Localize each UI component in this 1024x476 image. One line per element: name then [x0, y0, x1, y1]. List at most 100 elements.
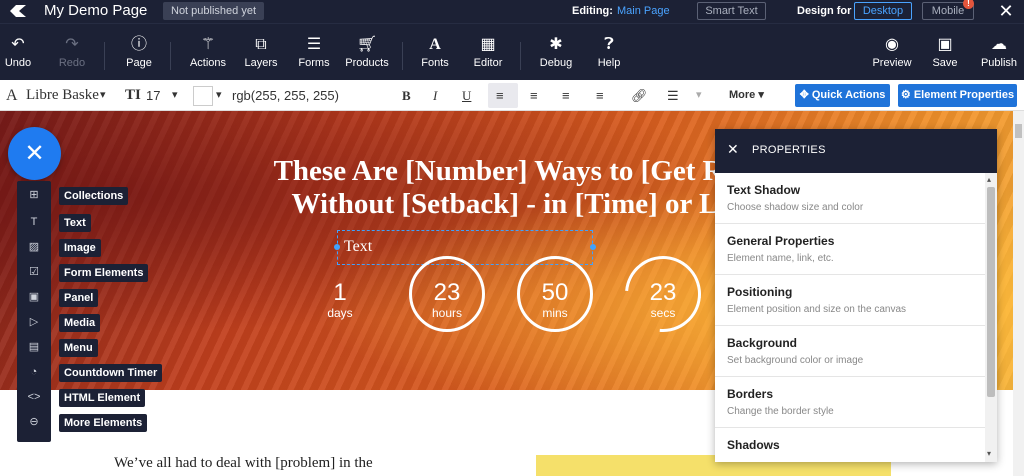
resize-handle-right[interactable]: [590, 244, 596, 250]
italic-icon[interactable]: I: [433, 80, 437, 111]
underline-icon[interactable]: U: [462, 80, 471, 111]
chevron-down-icon[interactable]: ▾: [172, 80, 178, 111]
bullet-list-icon[interactable]: ☰: [667, 80, 679, 111]
actions-button[interactable]: ⚚ Actions: [188, 35, 228, 69]
redo-button[interactable]: ↷ Redo: [56, 35, 88, 69]
link-icon[interactable]: 🔗︎: [631, 80, 648, 111]
menu-icon[interactable]: ▤: [17, 335, 51, 360]
editor-button[interactable]: ▦ Editor: [472, 35, 504, 69]
more-icon[interactable]: ⊖: [17, 410, 51, 435]
align-right-icon[interactable]: ≡: [562, 80, 570, 111]
save-button[interactable]: ▣ Save: [930, 35, 960, 69]
save-icon: ▣: [937, 36, 953, 53]
save-label: Save: [932, 57, 958, 69]
align-justify-icon[interactable]: ≡: [596, 80, 604, 111]
fonts-button[interactable]: A Fonts: [420, 35, 450, 69]
quick-actions-button[interactable]: ✥ Quick Actions: [795, 84, 890, 107]
publish-button[interactable]: ☁ Publish: [980, 35, 1018, 69]
close-icon[interactable]: ✕: [996, 1, 1016, 21]
image-icon[interactable]: ▨: [17, 235, 51, 260]
collections-icon[interactable]: ⊞: [17, 183, 51, 208]
align-left-icon[interactable]: ≡: [496, 80, 504, 111]
countdown-secs-value: 23: [649, 279, 677, 306]
editing-page-link[interactable]: Main Page: [617, 5, 670, 17]
toolbar-divider: [104, 42, 105, 70]
close-icon[interactable]: ✕: [727, 141, 739, 158]
font-size-select[interactable]: 17: [146, 80, 160, 111]
sidebar-item-text[interactable]: Text: [59, 214, 91, 232]
elements-sidebar: ⊞ T ▨ ☑ ▣ ▷ ▤ ◔ <> ⊖: [17, 181, 51, 442]
resize-handle-left[interactable]: [334, 244, 340, 250]
timer-icon[interactable]: ◔: [17, 360, 51, 385]
property-positioning[interactable]: Positioning Element position and size on …: [715, 275, 985, 326]
body-paragraph[interactable]: We’ve all had to deal with [problem] in …: [114, 455, 373, 472]
property-shadows[interactable]: Shadows: [715, 428, 985, 462]
actions-label: Actions: [189, 57, 227, 69]
form-icon[interactable]: ☑: [17, 260, 51, 285]
sidebar-item-more-elements[interactable]: More Elements: [59, 414, 148, 432]
properties-scrollbar-thumb[interactable]: [987, 187, 995, 397]
help-button[interactable]: ❓︎ Help: [596, 35, 622, 69]
layers-icon: ⧉: [255, 36, 267, 53]
sidebar-item-collections[interactable]: Collections: [59, 187, 129, 205]
color-value-input[interactable]: rgb(255, 255, 255): [232, 80, 339, 111]
preview-label: Preview: [872, 57, 912, 69]
align-center-icon[interactable]: ≡: [530, 80, 538, 111]
sidebar-item-panel[interactable]: Panel: [59, 289, 99, 307]
undo-button[interactable]: ↶ Undo: [4, 35, 32, 69]
property-desc: Element name, link, etc.: [727, 253, 834, 264]
undo-icon: ↶: [11, 36, 25, 53]
more-dropdown[interactable]: More ▾: [729, 80, 764, 111]
properties-header: ✕ PROPERTIES: [715, 129, 997, 173]
countdown-mins-label: mins: [542, 306, 568, 320]
text-icon[interactable]: T: [17, 210, 51, 235]
property-general[interactable]: General Properties Element name, link, et…: [715, 224, 985, 275]
bold-icon[interactable]: B: [402, 80, 411, 111]
page-scrollbar[interactable]: [1013, 111, 1024, 476]
media-icon[interactable]: ▷: [17, 310, 51, 335]
scroll-down-icon[interactable]: ▾: [987, 449, 991, 458]
publish-status-badge: Not published yet: [163, 2, 264, 20]
font-family-select[interactable]: Libre Baske: [26, 80, 99, 111]
quick-actions-label: Quick Actions: [811, 89, 886, 101]
page-scrollbar-thumb[interactable]: [1015, 124, 1022, 138]
sidebar-item-html-element[interactable]: HTML Element: [59, 389, 146, 407]
preview-button[interactable]: ◉ Preview: [872, 35, 912, 69]
code-icon[interactable]: <>: [17, 385, 51, 410]
property-borders[interactable]: Borders Change the border style: [715, 377, 985, 428]
panel-icon[interactable]: ▣: [17, 285, 51, 310]
redo-icon: ↷: [65, 36, 79, 53]
property-title: Shadows: [727, 438, 780, 452]
element-properties-button[interactable]: ⚙ Element Properties: [898, 84, 1017, 107]
close-elements-fab[interactable]: ✕: [8, 127, 61, 180]
forms-button[interactable]: ☰ Forms: [298, 35, 330, 69]
bug-icon: ✱: [549, 36, 563, 53]
publish-label: Publish: [980, 57, 1018, 69]
page-button[interactable]: ⓘ Page: [124, 35, 154, 69]
products-button[interactable]: 🛒︎ Products: [344, 35, 390, 69]
font-size-icon: TI: [125, 87, 141, 103]
scroll-up-icon[interactable]: ▴: [987, 175, 991, 184]
sidebar-item-form-elements[interactable]: Form Elements: [59, 264, 149, 282]
sidebar-item-menu[interactable]: Menu: [59, 339, 98, 357]
sidebar-item-image[interactable]: Image: [59, 239, 101, 257]
font-family-icon: A: [6, 87, 18, 104]
chevron-down-icon[interactable]: ▾: [216, 80, 222, 111]
property-title: Positioning: [727, 285, 793, 299]
sidebar-item-countdown-timer[interactable]: Countdown Timer: [59, 364, 163, 382]
page-title[interactable]: My Demo Page: [44, 2, 147, 20]
page-label: Page: [126, 57, 152, 69]
logo-icon: [8, 2, 28, 20]
desktop-button[interactable]: Desktop: [854, 2, 912, 20]
sidebar-item-media[interactable]: Media: [59, 314, 101, 332]
chevron-down-icon[interactable]: ▾: [100, 80, 106, 111]
debug-button[interactable]: ✱ Debug: [538, 35, 574, 69]
property-text-shadow[interactable]: Text Shadow Choose shadow size and color: [715, 173, 985, 224]
chevron-down-icon[interactable]: ▾: [696, 80, 702, 111]
color-swatch[interactable]: [193, 86, 213, 106]
layers-button[interactable]: ⧉ Layers: [244, 35, 278, 69]
property-background[interactable]: Background Set background color or image: [715, 326, 985, 377]
smart-text-button[interactable]: Smart Text: [697, 2, 766, 20]
countdown-days: 1 days: [318, 280, 362, 321]
editor-label: Editor: [473, 57, 503, 69]
